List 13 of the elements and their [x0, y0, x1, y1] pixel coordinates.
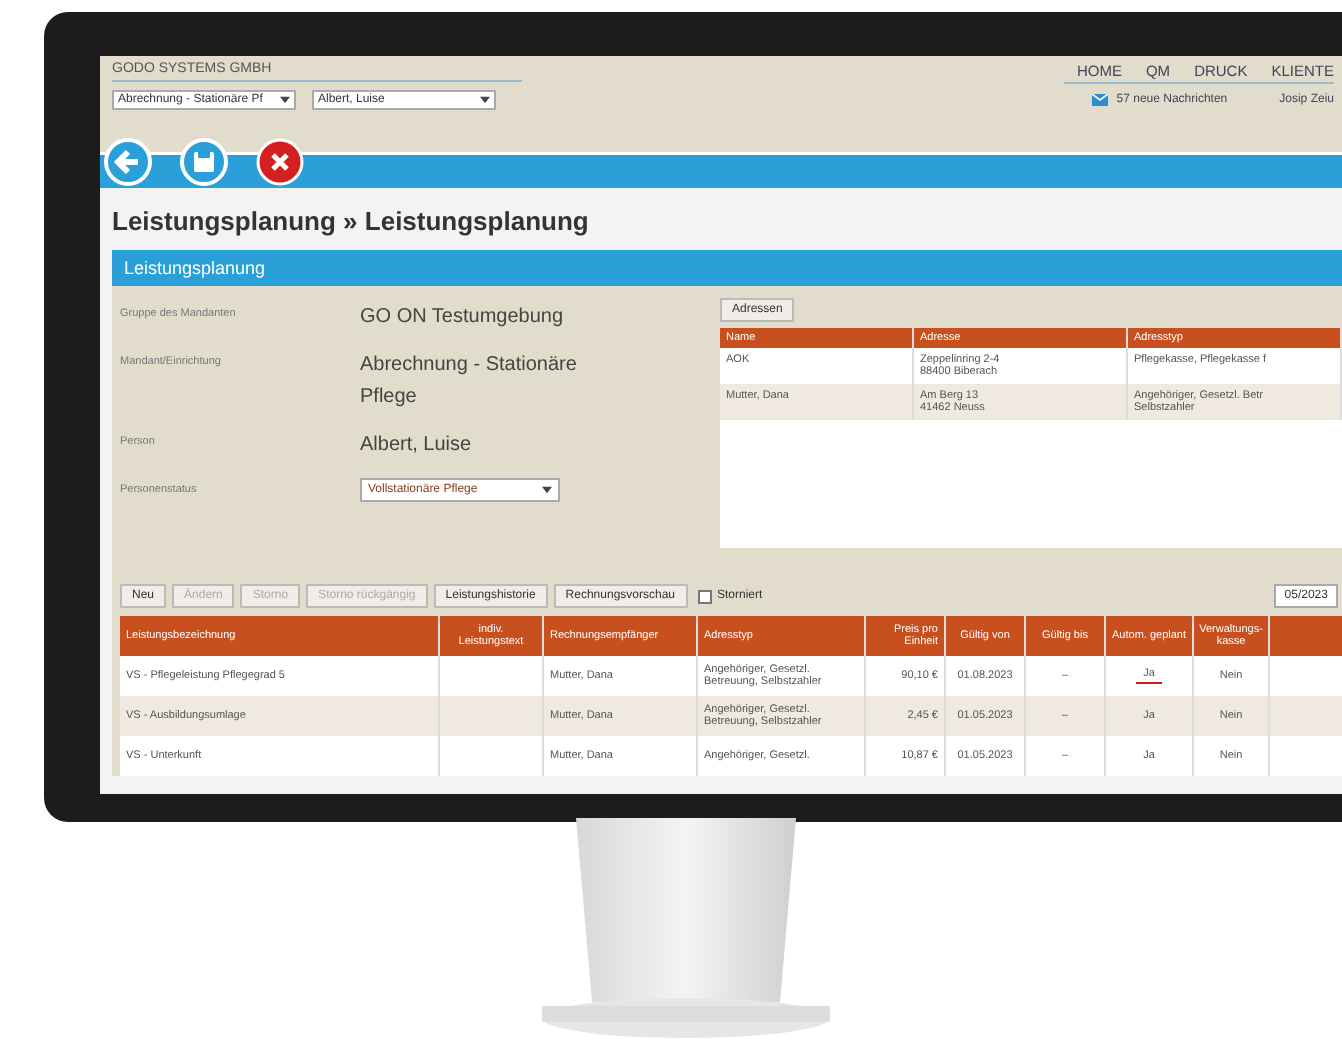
caret-icon [542, 486, 552, 494]
back-icon[interactable] [104, 138, 152, 186]
close-icon[interactable] [256, 138, 304, 186]
page-title: Leistungsplanung » Leistungsplanung [110, 204, 591, 240]
field-value: Abrechnung - Stationäre Pflege [360, 352, 579, 412]
field-value: Albert, Luise [360, 432, 474, 460]
checkbox[interactable] [697, 589, 711, 603]
caret-icon [280, 96, 290, 104]
field-value: GO ON Testumgebung [360, 304, 566, 332]
panel-title: Leistungsplanung [112, 250, 1342, 286]
caret-icon [480, 96, 490, 104]
save-icon[interactable] [180, 138, 228, 186]
envelope-icon [1092, 94, 1109, 106]
